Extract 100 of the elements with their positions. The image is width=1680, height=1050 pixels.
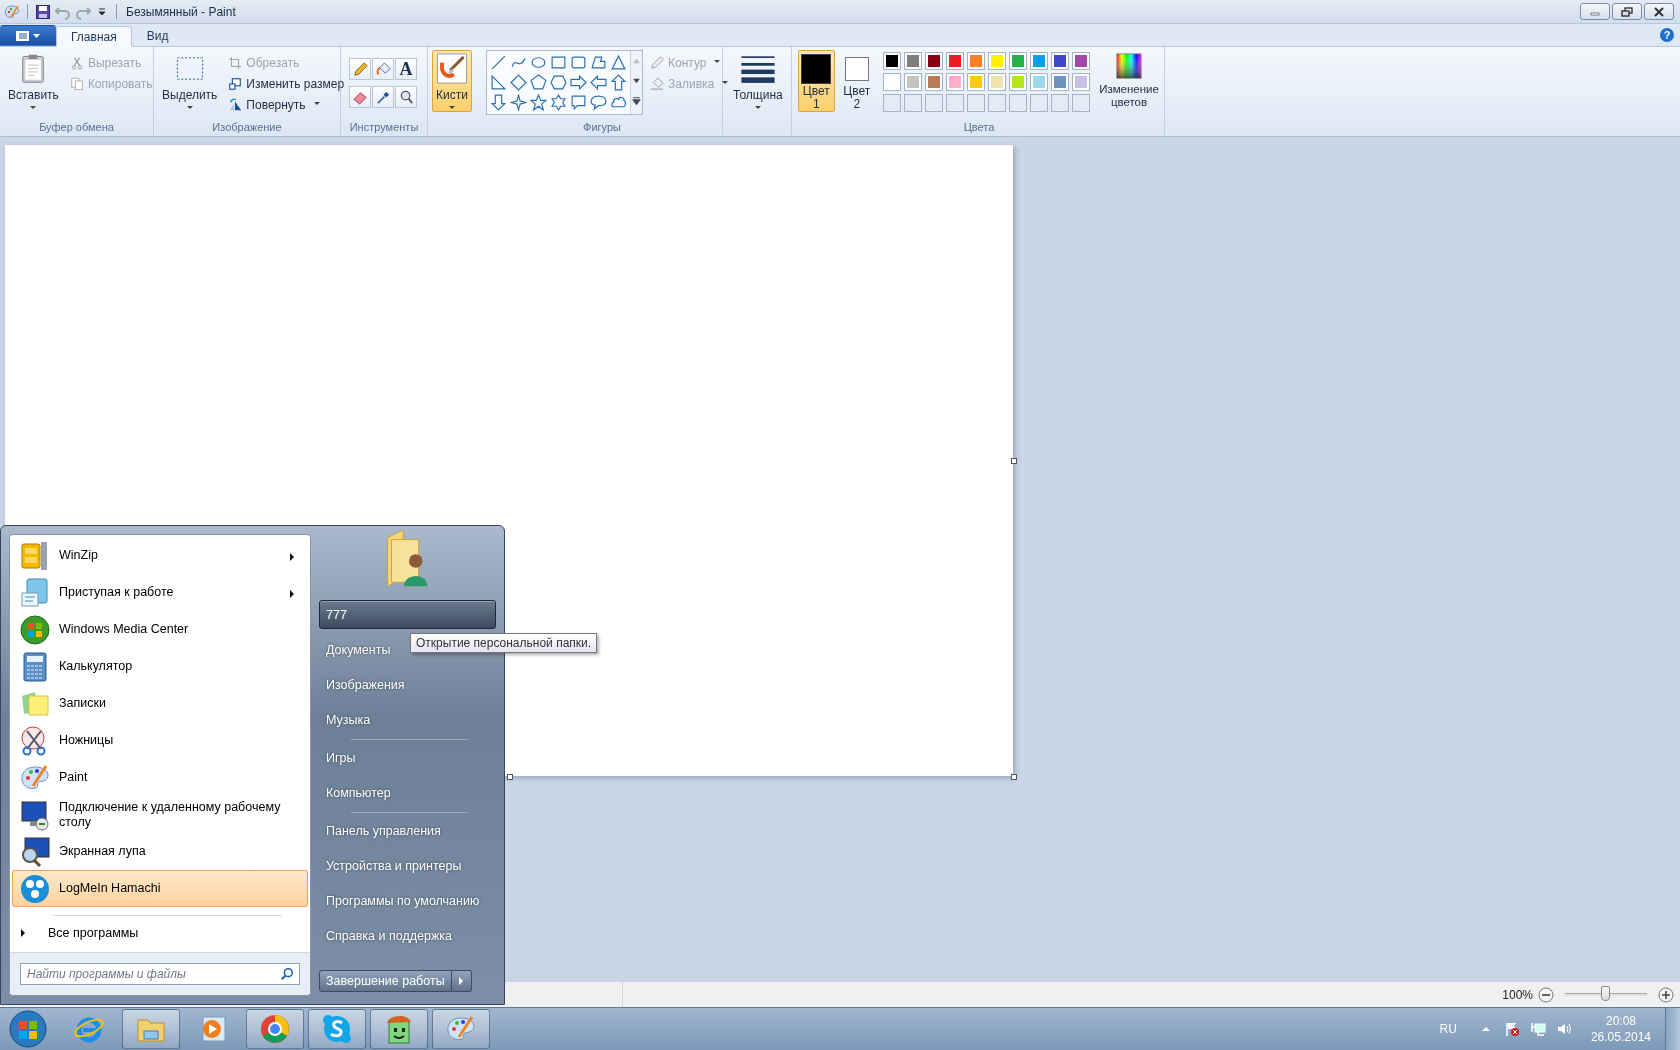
program-item[interactable]: Экранная лупа: [12, 833, 308, 870]
speaker-icon[interactable]: [1555, 1021, 1572, 1037]
all-programs-item[interactable]: Все программы: [10, 922, 310, 944]
shutdown-button[interactable]: Завершение работы: [319, 970, 452, 992]
right-arrow-shape-icon[interactable]: [570, 74, 587, 91]
search-field[interactable]: Найти программы и файлы: [20, 963, 300, 985]
line-shape-icon[interactable]: [490, 54, 507, 71]
palette-color[interactable]: [1051, 52, 1069, 70]
four-point-star-icon[interactable]: [510, 94, 527, 111]
resize-handle[interactable]: [1011, 458, 1017, 464]
palette-color[interactable]: [1030, 52, 1048, 70]
palette-color[interactable]: [904, 73, 922, 91]
five-point-star-icon[interactable]: [530, 94, 547, 111]
slider-thumb[interactable]: [1601, 986, 1610, 1001]
oval-callout-icon[interactable]: [590, 94, 607, 111]
caret-icon: [754, 106, 761, 109]
palette-color[interactable]: [883, 73, 901, 91]
select-button[interactable]: Выделить: [158, 50, 222, 112]
color-one-button[interactable]: Цвет 1: [798, 50, 835, 112]
palette-color[interactable]: [925, 52, 943, 70]
text-tool-button[interactable]: A: [395, 58, 417, 80]
rectangular-callout-icon[interactable]: [570, 94, 587, 111]
program-item[interactable]: Записки: [12, 685, 308, 722]
palette-color[interactable]: [883, 52, 901, 70]
palette-color[interactable]: [1072, 52, 1090, 70]
zoom-in-icon[interactable]: [1658, 986, 1674, 1003]
palette-color[interactable]: [1072, 73, 1090, 91]
image-action-button[interactable]: Изменить размер: [225, 74, 348, 93]
start-menu-link[interactable]: Панель управления: [319, 814, 496, 849]
rounded-rectangle-shape-icon[interactable]: [570, 54, 587, 71]
image-action-button[interactable]: Повернуть: [225, 95, 348, 114]
program-item[interactable]: WinZip: [12, 537, 308, 574]
palette-color[interactable]: [988, 73, 1006, 91]
right-triangle-shape-icon[interactable]: [490, 74, 507, 91]
fill-tool-button[interactable]: [372, 58, 394, 80]
palette-color[interactable]: [988, 52, 1006, 70]
restore-button[interactable]: [1612, 3, 1642, 20]
palette-color[interactable]: [946, 73, 964, 91]
down-arrow-shape-icon[interactable]: [490, 94, 507, 111]
diamond-shape-icon[interactable]: [510, 74, 527, 91]
color-two-button[interactable]: Цвет 2: [838, 50, 875, 112]
start-menu-link[interactable]: Компьютер: [319, 776, 496, 811]
network-icon[interactable]: [1529, 1021, 1546, 1037]
pentagon-shape-icon[interactable]: [530, 74, 547, 91]
rectangle-shape-icon[interactable]: [550, 54, 567, 71]
oval-shape-icon[interactable]: [530, 54, 547, 71]
start-menu-link[interactable]: Изображения: [319, 668, 496, 703]
program-item[interactable]: Windows Media Center: [12, 611, 308, 648]
zoom-out-icon[interactable]: [1538, 986, 1554, 1003]
palette-color[interactable]: [1051, 73, 1069, 91]
palette-color[interactable]: [925, 73, 943, 91]
program-item[interactable]: Paint: [12, 759, 308, 796]
pencil-tool-button[interactable]: [349, 58, 371, 80]
ribbon-tab[interactable]: Вид: [131, 25, 184, 46]
taskbar-button[interactable]: [370, 1009, 428, 1049]
ribbon-tab[interactable]: Главная: [56, 26, 132, 47]
taskbar-button[interactable]: [122, 1009, 180, 1049]
start-menu-link[interactable]: Игры: [319, 741, 496, 776]
save-icon[interactable]: [35, 3, 51, 20]
palette-color[interactable]: [967, 52, 985, 70]
program-item[interactable]: Калькулятор: [12, 648, 308, 685]
show-desktop-button[interactable]: [1665, 1008, 1680, 1050]
resize-handle[interactable]: [507, 774, 513, 780]
thickness-button[interactable]: Толщина: [729, 50, 787, 112]
help-button[interactable]: ?: [1660, 28, 1674, 42]
palette-color[interactable]: [946, 52, 964, 70]
shutdown-options-button[interactable]: [451, 970, 472, 992]
polygon-shape-icon[interactable]: [590, 54, 607, 71]
hexagon-shape-icon[interactable]: [550, 74, 567, 91]
left-arrow-shape-icon[interactable]: [590, 74, 607, 91]
start-menu-link[interactable]: Устройства и принтеры: [319, 849, 496, 884]
flag-error-icon[interactable]: [1503, 1021, 1520, 1037]
start-menu-link[interactable]: Программы по умолчанию: [319, 884, 496, 919]
paste-button[interactable]: Вставить: [4, 50, 63, 112]
palette-color[interactable]: [1009, 52, 1027, 70]
palette-color[interactable]: [1009, 73, 1027, 91]
application-menu-button[interactable]: [0, 25, 56, 46]
eraser-tool-button[interactable]: [349, 86, 371, 108]
palette-icon[interactable]: [4, 3, 20, 20]
user-folder-button[interactable]: 777: [319, 600, 496, 629]
palette-color[interactable]: [967, 73, 985, 91]
program-item[interactable]: Ножницы: [12, 722, 308, 759]
taskbar-button[interactable]: [308, 1009, 366, 1049]
resize-handle[interactable]: [1011, 774, 1017, 780]
taskbar-button[interactable]: [432, 1009, 490, 1049]
six-point-star-icon[interactable]: [550, 94, 567, 111]
palette-color[interactable]: [1030, 73, 1048, 91]
close-button[interactable]: [1644, 3, 1674, 20]
up-arrow-shape-icon[interactable]: [610, 74, 627, 91]
taskbar-button[interactable]: [246, 1009, 304, 1049]
palette-color[interactable]: [904, 52, 922, 70]
color-picker-button[interactable]: [372, 86, 394, 108]
program-item[interactable]: LogMeIn Hamachi: [12, 870, 308, 907]
start-menu-link[interactable]: Музыка: [319, 703, 496, 738]
edit-colors-button[interactable]: Изменение цветов: [1098, 50, 1160, 112]
magnifier-tool-button[interactable]: [395, 86, 417, 108]
program-item[interactable]: Приступая к работе: [12, 574, 308, 611]
program-item[interactable]: Подключение к удаленному рабочему столу: [12, 796, 308, 833]
triangle-shape-icon[interactable]: [610, 54, 627, 71]
brushes-button[interactable]: Кисти: [432, 50, 472, 112]
